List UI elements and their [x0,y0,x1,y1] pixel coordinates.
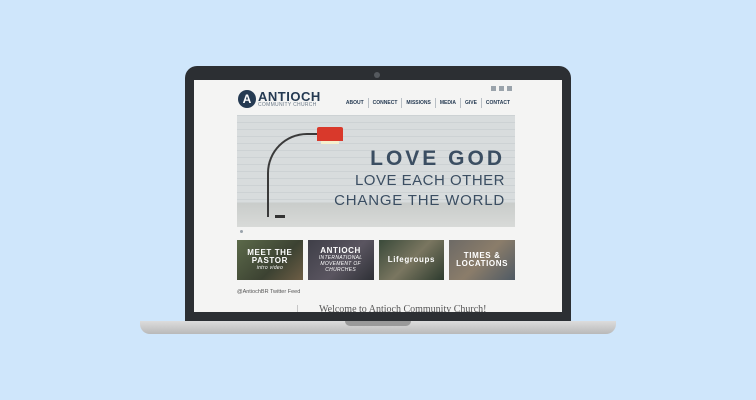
social-icons [491,86,512,91]
hero-headline: LOVE GOD [370,147,505,170]
site-header: A ANTIOCH COMMUNITY CHURCH ABOUT CONNECT… [236,86,514,112]
lamp-shade [317,127,343,141]
main-nav: ABOUT CONNECT MISSIONS MEDIA GIVE CONTAC… [342,98,514,108]
twitter-icon[interactable] [499,86,504,91]
logo-subtitle: COMMUNITY CHURCH [258,102,317,108]
nav-about[interactable]: ABOUT [342,98,368,108]
tile-title: TIMES & LOCATIONS [456,251,509,268]
twitter-feed-label[interactable]: @AntiochBR Twitter Feed [237,289,300,295]
feature-tiles: MEET THE PASTOR intro video ANTIOCH INTE… [237,240,515,280]
tile-lifegroups[interactable]: Lifegroups [378,240,445,280]
tile-antioch[interactable]: ANTIOCH INTERNATIONAL MOVEMENT OF CHURCH… [307,240,374,280]
lamp-light [321,141,339,144]
instagram-icon[interactable] [507,86,512,91]
hero-banner: LOVE GOD LOVE EACH OTHER CHANGE THE WORL… [237,115,515,227]
tile-title: MEET THE PASTOR [247,248,293,265]
nav-missions[interactable]: MISSIONS [401,98,434,108]
nav-contact[interactable]: CONTACT [480,98,514,108]
camera-icon [374,72,380,78]
tile-title: ANTIOCH [320,246,361,255]
welcome-heading: Welcome to Antioch Community Church! [319,304,487,312]
lamp-base [275,215,285,218]
hero-line-2: LOVE EACH OTHER [354,172,505,189]
tile-subtitle: intro video [256,265,284,271]
laptop-notch [345,321,411,326]
hero-line-3: CHANGE THE WORLD [334,192,505,209]
laptop-screen: A ANTIOCH COMMUNITY CHURCH ABOUT CONNECT… [194,80,562,312]
nav-give[interactable]: GIVE [459,98,481,108]
tile-title: Lifegroups [387,255,436,264]
divider [297,305,298,312]
logo-icon[interactable]: A [238,90,256,108]
tile-times-locations[interactable]: TIMES & LOCATIONS [449,240,515,280]
nav-connect[interactable]: CONNECT [367,98,402,108]
nav-media[interactable]: MEDIA [434,98,460,108]
carousel-dot[interactable] [240,230,243,233]
tile-subtitle: INTERNATIONAL MOVEMENT OF CHURCHES [318,255,363,273]
lamp-pole [267,133,319,217]
tile-meet-the-pastor[interactable]: MEET THE PASTOR intro video [237,240,303,280]
facebook-icon[interactable] [491,86,496,91]
